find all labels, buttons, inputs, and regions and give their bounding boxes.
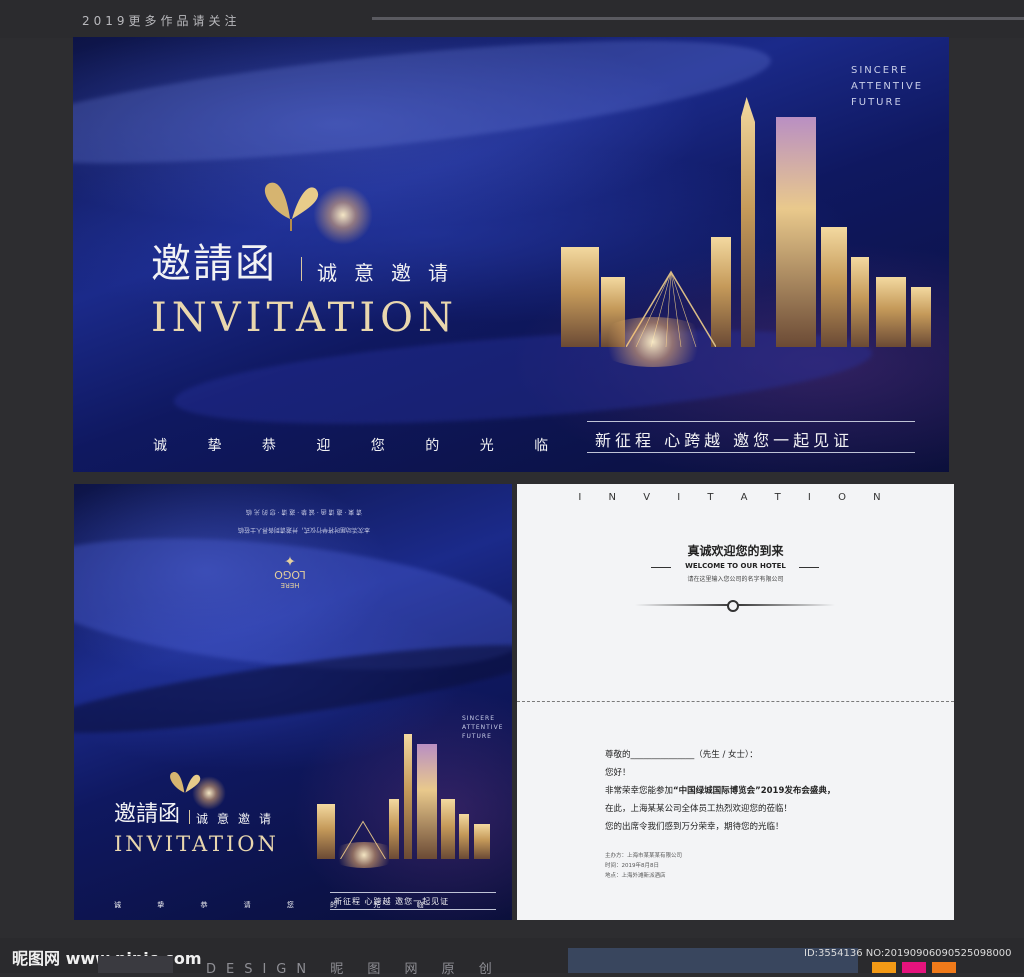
logo-text: LOGO xyxy=(274,568,306,581)
light-flare xyxy=(192,776,226,810)
welcome-rule-right xyxy=(799,567,819,568)
greeting: 尊敬的_______________（先生 / 女士）： xyxy=(605,750,758,760)
slogan-rule-bottom xyxy=(330,909,496,910)
invitation-front-card: SINCERE ATTENTIVE FUTURE 邀請函 诚意邀请 INVITA… xyxy=(73,37,949,472)
slogan: 新征程 心跨越 邀您一起见证 xyxy=(595,431,854,450)
horizon-glow xyxy=(593,317,713,367)
city-skyline xyxy=(551,97,949,347)
title-cn: 邀請函 xyxy=(114,802,181,827)
letter-line-2: 在此，上海某某公司全体员工热烈欢迎您的莅临！ xyxy=(605,804,793,814)
meta-line: 时间：2019年8月8日 xyxy=(605,863,659,869)
title-cn: 邀請函 xyxy=(151,241,277,287)
top-divider xyxy=(372,17,1024,20)
city-skyline xyxy=(309,734,509,859)
avatar xyxy=(98,956,173,973)
top-caption: 2019更多作品请关注 xyxy=(82,14,241,28)
design-credit: DESIGN 昵 图 网 原 创 xyxy=(206,962,502,977)
mirror-line: 本次活动届时将举行仪式，并邀请到各界人士莅临 xyxy=(238,526,371,533)
invitation-inside-card: I N V I T A T I O N 真诚欢迎您的到来 WELCOME TO … xyxy=(517,484,954,920)
letter-text: 非常荣幸您能参加 xyxy=(605,786,674,796)
meta-line: 地点：上海外滩新派酒店 xyxy=(605,873,666,879)
tagline: 诚 挚 恭 迎 您 的 光 临 xyxy=(153,438,567,454)
invitation-cover-card: 本次活动届时将举行仪式，并邀请到各界人士莅临 请 柬 · 邀 请 函 · 诚 挚… xyxy=(74,484,512,920)
letter-text: 2019发布会盛典， xyxy=(760,786,836,796)
welcome-sub: 请在这里输入您公司的名字有限公司 xyxy=(687,576,784,583)
logo-icon: ✦ xyxy=(284,552,296,568)
slogan-rule-top xyxy=(587,421,915,422)
image-id: ID:3554136 NO:20190906090525098000 xyxy=(804,948,1012,959)
card-header: I N V I T A T I O N xyxy=(578,492,893,503)
welcome-en: WELCOME TO OUR HOTEL xyxy=(685,562,786,570)
ornament-dot xyxy=(727,600,739,612)
mirrored-text: 本次活动届时将举行仪式，并邀请到各界人士莅临 请 柬 · 邀 请 函 · 诚 挚… xyxy=(104,502,504,538)
welcome-cn: 真诚欢迎您的到来 xyxy=(687,544,784,558)
mirror-line: 请 柬 · 邀 请 函 · 诚 挚 · 邀 请 · 您 的 光 临 xyxy=(245,508,363,515)
letter-line-3: 您的出席令我们感到万分荣幸，期待您的光临！ xyxy=(605,822,784,832)
swatch-pink xyxy=(902,962,926,973)
logo-sub: HERE xyxy=(280,581,300,589)
title-en: INVITATION xyxy=(151,295,458,341)
vertical-rule xyxy=(189,810,190,824)
sincere-line: ATTENTIVE xyxy=(462,724,504,731)
logo-mark: HERE LOGO ✦ xyxy=(272,552,308,589)
sincere-line: SINCERE xyxy=(462,715,496,722)
title-en: INVITATION xyxy=(114,832,279,856)
fold-line xyxy=(517,701,954,702)
subtitle-cn: 诚意邀请 xyxy=(196,812,281,826)
event-name: “中国绿城国际博览会” xyxy=(673,786,761,796)
sincere-line: SINCERE xyxy=(851,65,909,76)
slogan-rule-bottom xyxy=(587,452,915,453)
slogan: 新征程 心跨越 邀您一起见证 xyxy=(334,897,450,906)
hello: 您好！ xyxy=(605,768,631,778)
letter-body: 尊敬的_______________（先生 / 女士）： 您好！ 非常荣幸您能参… xyxy=(605,746,835,836)
footer-bar: 昵图网 www.nipic.com DESIGN 昵 图 网 原 创 ID:35… xyxy=(0,938,1024,977)
light-flare xyxy=(313,185,373,245)
vertical-rule xyxy=(301,257,302,281)
event-meta: 主办方：上海市某某某有限公司 时间：2019年8月8日 地点：上海外滩新派酒店 xyxy=(605,851,682,881)
swatch-orange xyxy=(872,962,896,973)
swatch-orange-2 xyxy=(932,962,956,973)
horizon-glow xyxy=(329,842,399,868)
subtitle-cn: 诚意邀请 xyxy=(317,261,465,285)
slogan-rule-top xyxy=(330,892,496,893)
sincere-line: ATTENTIVE xyxy=(851,81,924,92)
meta-line: 主办方：上海市某某某有限公司 xyxy=(605,853,683,859)
letter-line-1: 非常荣幸您能参加“中国绿城国际博览会”2019发布会盛典， xyxy=(605,782,835,800)
